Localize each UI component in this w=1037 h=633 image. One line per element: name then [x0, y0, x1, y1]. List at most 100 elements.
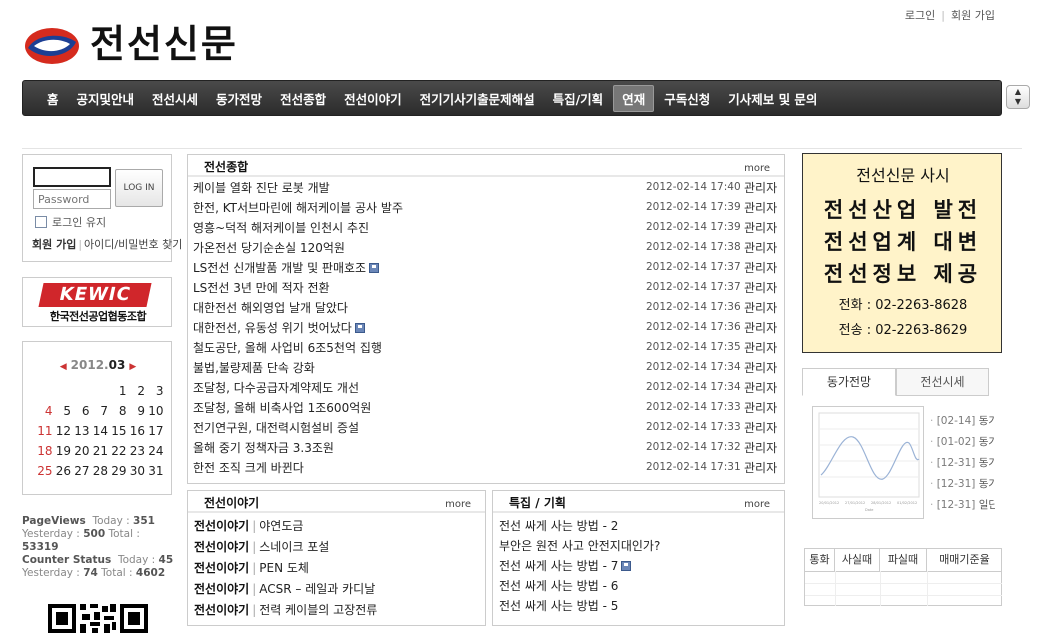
nav-item[interactable]: 홈: [39, 86, 67, 111]
news-item-title[interactable]: 한전, KT서브마린에 해저케이블 공사 발주: [193, 199, 403, 216]
keep-login-checkbox[interactable]: [35, 216, 47, 228]
story-item-title[interactable]: 전력 케이블의 고장전류: [259, 603, 377, 617]
calendar-day[interactable]: 20: [71, 441, 89, 461]
calendar-day[interactable]: 9: [127, 401, 145, 421]
news-item-title[interactable]: LS전선 3년 만에 적자 전환: [193, 279, 330, 296]
calendar-day[interactable]: 3: [145, 381, 164, 401]
calendar-day[interactable]: 31: [145, 461, 163, 481]
keep-login[interactable]: 로그인 유지: [35, 214, 106, 230]
calendar-day[interactable]: 25: [34, 461, 52, 481]
feature-row[interactable]: 전선 싸게 사는 방법 - 5: [499, 597, 618, 614]
news-item-title[interactable]: 대한전선, 유동성 위기 벗어났다: [193, 319, 365, 336]
calendar-day[interactable]: 15: [108, 421, 126, 441]
calendar-day[interactable]: 14: [90, 421, 108, 441]
calendar-day[interactable]: 19: [53, 441, 71, 461]
news-row[interactable]: 대한전선, 유동성 위기 벗어났다 2012-02-14 17:36 관리자: [193, 319, 781, 339]
news-row[interactable]: 전기연구원, 대전력시험설비 증설 2012-02-14 17:33 관리자: [193, 419, 781, 439]
calendar-day[interactable]: 16: [127, 421, 145, 441]
copper-link[interactable]: · [01-02] 동가: [930, 432, 995, 453]
feature-item-title[interactable]: 전선 싸게 사는 방법 - 2: [499, 519, 618, 533]
feature-row[interactable]: 전선 싸게 사는 방법 - 2: [499, 517, 618, 534]
copper-link[interactable]: · [12-31] 일단: [930, 495, 995, 516]
story-category[interactable]: 전선이야기: [194, 519, 249, 533]
calendar-day[interactable]: 11: [34, 421, 52, 441]
news-item-title[interactable]: 조달청, 올해 비축사업 1조600억원: [193, 399, 371, 416]
calendar-day[interactable]: 21: [90, 441, 108, 461]
copper-link[interactable]: · [02-14] 동가: [930, 411, 995, 432]
feature-row[interactable]: 전선 싸게 사는 방법 - 6: [499, 577, 618, 594]
news-row[interactable]: 영흥~덕적 해저케이블 인천시 추진 2012-02-14 17:39 관리자: [193, 219, 781, 239]
join-link[interactable]: 회원 가입: [951, 9, 995, 22]
story-row[interactable]: 전선이야기 | 전력 케이블의 고장전류: [194, 601, 377, 618]
news-item-title[interactable]: 가온전선 당기순손실 120억원: [193, 239, 345, 256]
nav-item[interactable]: 전선종합: [272, 86, 334, 111]
news-row[interactable]: 한전, KT서브마린에 해저케이블 공사 발주 2012-02-14 17:39 관…: [193, 199, 781, 219]
calendar-day[interactable]: 29: [108, 461, 126, 481]
login-link[interactable]: 로그인: [905, 9, 935, 22]
story-category[interactable]: 전선이야기: [194, 561, 249, 575]
story-row[interactable]: 전선이야기 | PEN 도체: [194, 559, 309, 576]
calendar-day[interactable]: 7: [90, 401, 108, 421]
calendar-day[interactable]: 26: [53, 461, 71, 481]
calendar-day[interactable]: 18: [34, 441, 52, 461]
calendar-day[interactable]: 4: [34, 401, 53, 421]
nav-item[interactable]: 전선이야기: [336, 86, 410, 111]
news-item-title[interactable]: 불법,불량제품 단속 강화: [193, 359, 315, 376]
signup-link[interactable]: 회원 가입: [32, 238, 76, 251]
news-more-link[interactable]: more: [744, 163, 770, 174]
feature-more-link[interactable]: more: [744, 499, 770, 510]
news-item-title[interactable]: 올해 중기 정책자금 3.3조원: [193, 439, 334, 456]
news-row[interactable]: 대한전선 해외영업 날개 달았다 2012-02-14 17:36 관리자: [193, 299, 781, 319]
prev-month-icon[interactable]: ◀: [60, 362, 67, 372]
feature-row[interactable]: 부안은 원전 사고 안전지대인가?: [499, 537, 660, 554]
news-item-title[interactable]: 한전 조직 크게 바뀐다: [193, 459, 304, 476]
story-item-title[interactable]: PEN 도체: [259, 561, 309, 575]
news-row[interactable]: 가온전선 당기순손실 120억원 2012-02-14 17:38 관리자: [193, 239, 781, 259]
news-row[interactable]: 조달청, 다수공급자계약제도 개선 2012-02-14 17:34 관리자: [193, 379, 781, 399]
story-category[interactable]: 전선이야기: [194, 540, 249, 554]
calendar-day[interactable]: 12: [53, 421, 71, 441]
feature-item-title[interactable]: 전선 싸게 사는 방법 - 6: [499, 579, 618, 593]
calendar-day[interactable]: 22: [108, 441, 126, 461]
calendar-day[interactable]: 5: [53, 401, 71, 421]
calendar-day[interactable]: 2: [127, 381, 145, 401]
news-item-title[interactable]: 케이블 열화 진단 로봇 개발: [193, 179, 330, 196]
news-item-title[interactable]: LS전선 신개발품 개발 및 판매호조: [193, 259, 380, 276]
nav-item[interactable]: 연재: [613, 84, 655, 112]
calendar-day[interactable]: 6: [71, 401, 90, 421]
user-id-input[interactable]: [33, 167, 111, 187]
story-item-title[interactable]: 스네이크 포설: [259, 540, 329, 554]
news-item-title[interactable]: 철도공단, 올해 사업비 6조5천억 집행: [193, 339, 382, 356]
news-row[interactable]: 불법,불량제품 단속 강화 2012-02-14 17:34 관리자: [193, 359, 781, 379]
calendar-day[interactable]: 28: [90, 461, 108, 481]
site-logo[interactable]: 전선신문: [24, 18, 284, 70]
story-row[interactable]: 전선이야기 | 야연도금: [194, 517, 303, 534]
nav-item[interactable]: 기사제보 및 문의: [720, 86, 825, 111]
tab-wire-price[interactable]: 전선시세: [896, 368, 989, 396]
news-item-title[interactable]: 전기연구원, 대전력시험설비 증설: [193, 419, 359, 436]
calendar-day[interactable]: 13: [71, 421, 89, 441]
story-item-title[interactable]: 야연도금: [259, 519, 303, 533]
login-button[interactable]: LOG IN: [115, 169, 163, 207]
news-row[interactable]: 조달청, 올해 비축사업 1조600억원 2012-02-14 17:33 관리자: [193, 399, 781, 419]
nav-item[interactable]: 공지및안내: [69, 86, 143, 111]
nav-item[interactable]: 전기기사기출문제해설: [412, 86, 543, 111]
news-row[interactable]: LS전선 신개발품 개발 및 판매호조 2012-02-14 17:37 관리자: [193, 259, 781, 279]
next-month-icon[interactable]: ▶: [129, 362, 136, 372]
motto-ad-banner[interactable]: 전선신문 사시 전선산업 발전 전선업계 대변 전선정보 제공 전화 : 02-…: [802, 153, 1002, 353]
news-item-title[interactable]: 대한전선 해외영업 날개 달았다: [193, 299, 348, 316]
tab-copper-outlook[interactable]: 동가전망: [802, 368, 896, 396]
story-category[interactable]: 전선이야기: [194, 582, 249, 596]
kewic-banner[interactable]: KEWIC 한국전선공업협동조합: [22, 277, 172, 327]
calendar-day[interactable]: 24: [145, 441, 163, 461]
calendar-day[interactable]: 30: [127, 461, 145, 481]
news-row[interactable]: 올해 중기 정책자금 3.3조원 2012-02-14 17:32 관리자: [193, 439, 781, 459]
news-item-title[interactable]: 영흥~덕적 해저케이블 인천시 추진: [193, 219, 369, 236]
nav-item[interactable]: 전선시세: [144, 86, 206, 111]
news-item-title[interactable]: 조달청, 다수공급자계약제도 개선: [193, 379, 359, 396]
password-input[interactable]: [33, 189, 111, 209]
news-row[interactable]: 케이블 열화 진단 로봇 개발 2012-02-14 17:40 관리자: [193, 179, 781, 199]
calendar-day[interactable]: 17: [145, 421, 163, 441]
copper-link[interactable]: · [12-31] 동가: [930, 474, 995, 495]
calendar-day[interactable]: 23: [127, 441, 145, 461]
